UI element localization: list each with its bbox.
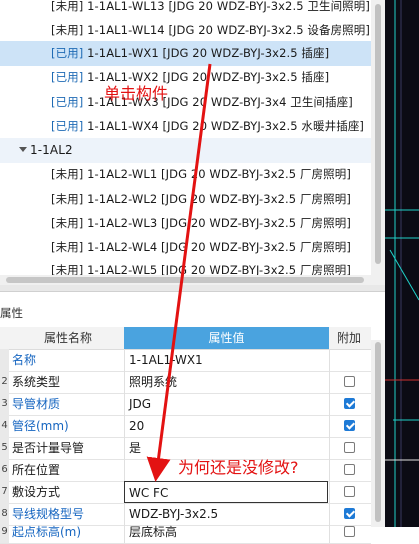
extra-checkbox[interactable]: [344, 526, 355, 537]
annotation-arrow: [146, 63, 212, 482]
